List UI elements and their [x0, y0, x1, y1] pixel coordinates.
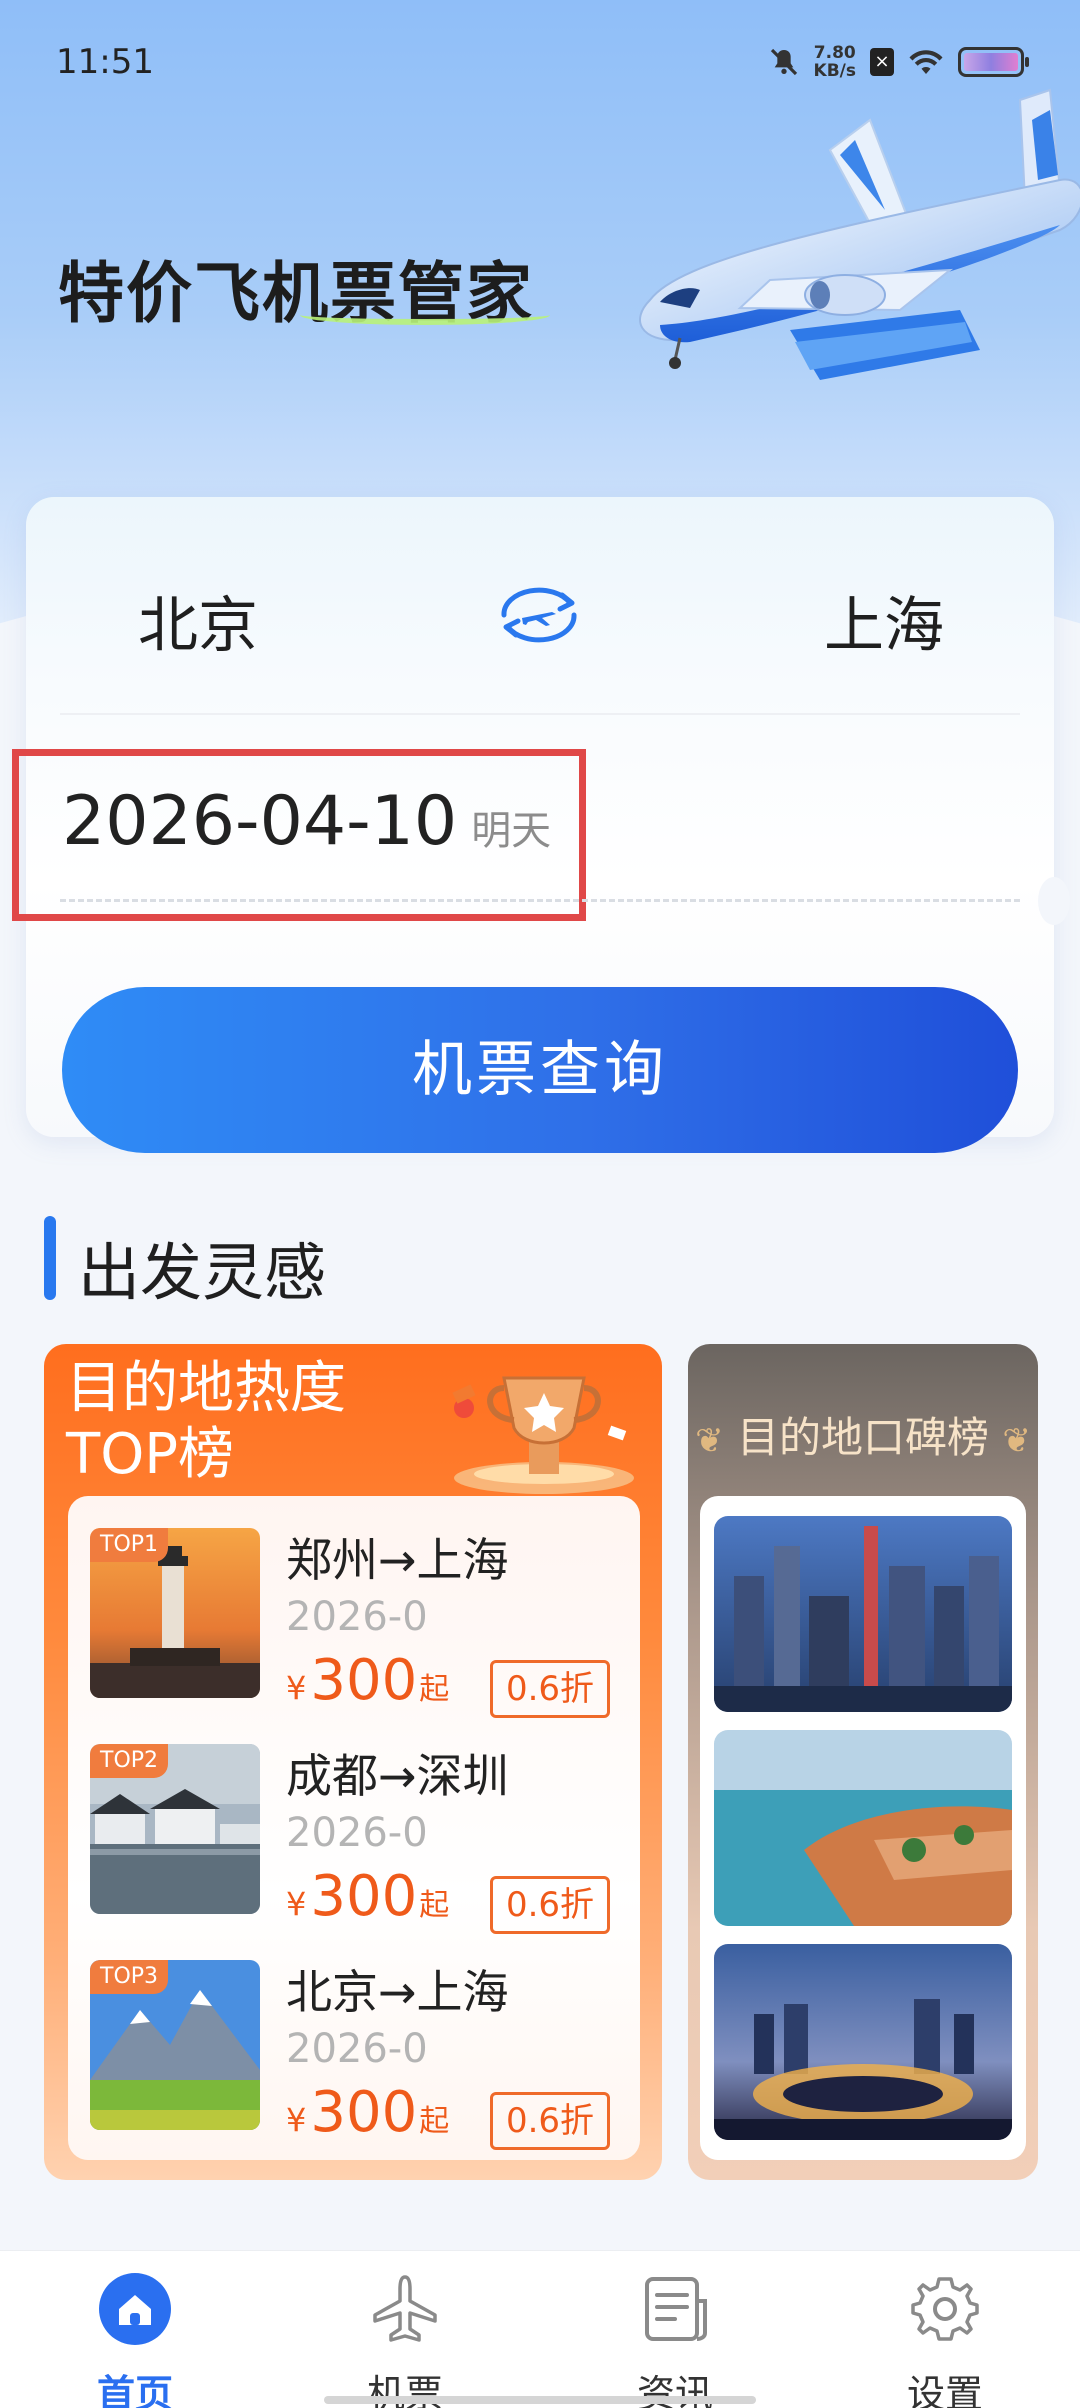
currency-symbol: ¥	[286, 1669, 307, 1707]
flight-search-card: 北京 上海 2026-04-10 明天 机票查询	[12, 497, 1070, 1153]
discount-badge: 0.6折	[490, 1660, 610, 1718]
network-speed: 7.80 KB/s	[814, 44, 856, 80]
home-icon	[99, 2273, 171, 2345]
hot-destinations-list: TOP1 郑州→上海 2026-0 ¥ 300 起 0.6折 TOP2 成都→深…	[68, 1496, 640, 2160]
destination-thumbnail: TOP2	[90, 1744, 260, 1914]
gear-icon	[911, 2277, 979, 2341]
destination-reviews-card[interactable]: ❦ 目的地口碑榜 ❦	[688, 1344, 1038, 2180]
hot-list-item[interactable]: TOP1 郑州→上海 2026-0 ¥ 300 起 0.6折	[90, 1510, 620, 1718]
city-skyline-image[interactable]	[714, 1516, 1012, 1712]
discount-badge: 0.6折	[490, 2092, 610, 2150]
tab-home-label: 首页	[96, 2372, 173, 2408]
tab-flights[interactable]: 机票	[305, 2271, 505, 2408]
review-card-title-row: ❦ 目的地口碑榜 ❦	[688, 1404, 1038, 1465]
home-indicator[interactable]	[324, 2396, 756, 2404]
review-card-title: 目的地口碑榜	[736, 1413, 989, 1462]
currency-symbol: ¥	[286, 1885, 307, 1923]
discount-badge: 0.6折	[490, 1876, 610, 1934]
bottom-navigation: 首页 机票 资讯 设置	[0, 2250, 1080, 2408]
tab-home[interactable]: 首页	[35, 2271, 235, 2408]
flight-date: 2026-0	[286, 1594, 428, 1640]
search-flights-button[interactable]: 机票查询	[62, 987, 1018, 1153]
flight-route: 北京→上海	[286, 1965, 509, 2019]
status-time: 11:51	[56, 42, 154, 82]
price: ¥ 300 起	[286, 1648, 449, 1713]
hot-card-title-line2: TOP榜	[66, 1422, 235, 1487]
battery-icon	[958, 47, 1029, 77]
currency-symbol: ¥	[286, 2101, 307, 2139]
airplane-icon	[373, 2275, 437, 2342]
departure-date: 2026-04-10	[62, 782, 458, 861]
swap-cities-icon[interactable]	[492, 585, 586, 645]
price-amount: 300	[310, 1648, 418, 1713]
date-relative-tag: 明天	[471, 808, 552, 854]
card-divider	[60, 713, 1020, 715]
network-speed-unit: KB/s	[813, 61, 856, 81]
section-title: 出发灵感	[78, 1236, 327, 1309]
destination-thumbnail: TOP3	[90, 1960, 260, 2130]
tab-settings-label: 设置	[906, 2372, 983, 2408]
hot-list-item[interactable]: TOP2 成都→深圳 2026-0 ¥ 300 起 0.6折	[90, 1726, 620, 1934]
mute-bell-icon	[770, 48, 797, 76]
hot-list-item[interactable]: TOP3 北京→上海 2026-0 ¥ 300 起 0.6折	[90, 1942, 620, 2150]
wifi-icon	[909, 50, 943, 74]
price-amount: 300	[310, 2080, 418, 2145]
dashed-divider	[60, 899, 1020, 902]
flight-route: 成都→深圳	[286, 1749, 509, 1803]
title-underline-decoration	[300, 305, 550, 325]
flight-date: 2026-0	[286, 1810, 428, 1856]
arrival-city[interactable]: 上海	[824, 577, 944, 664]
laurel-left-icon: ❦	[695, 1421, 724, 1461]
price-suffix: 起	[419, 1888, 450, 1923]
price: ¥ 300 起	[286, 2080, 449, 2145]
tab-news[interactable]: 资讯	[575, 2271, 775, 2408]
price: ¥ 300 起	[286, 1864, 449, 1929]
price-suffix: 起	[419, 2104, 450, 2139]
airplane-illustration	[639, 88, 1080, 380]
status-icons: 7.80 KB/s ×	[768, 44, 1029, 80]
notification-x-icon: ×	[870, 48, 894, 76]
destination-thumbnail: TOP1	[90, 1528, 260, 1698]
flight-date: 2026-0	[286, 2026, 428, 2072]
night-city-image[interactable]	[714, 1944, 1012, 2140]
rank-badge: TOP2	[90, 1744, 169, 1778]
departure-date-field[interactable]: 2026-04-10 明天	[62, 782, 551, 861]
hot-destinations-card[interactable]: 目的地热度 TOP榜 TOP1 郑州→上海 2026-0 ¥ 300 起 0.6…	[44, 1344, 662, 2180]
coastal-town-image[interactable]	[714, 1730, 1012, 1926]
price-suffix: 起	[419, 1672, 450, 1707]
review-image-list	[700, 1496, 1026, 2160]
tab-settings[interactable]: 设置	[845, 2271, 1045, 2408]
rank-badge: TOP3	[90, 1960, 169, 1994]
news-icon	[645, 2277, 707, 2341]
trophy-icon	[452, 1376, 634, 1494]
rank-badge: TOP1	[90, 1528, 169, 1562]
price-amount: 300	[310, 1864, 418, 1929]
departure-city[interactable]: 北京	[138, 577, 258, 664]
flight-route: 郑州→上海	[286, 1533, 509, 1587]
section-accent-bar	[44, 1216, 56, 1300]
card-notch	[1038, 877, 1070, 925]
network-speed-value: 7.80	[813, 43, 856, 63]
hot-card-title: 目的地热度 TOP榜	[66, 1356, 346, 1488]
laurel-right-icon: ❦	[1002, 1421, 1031, 1461]
hot-card-title-line1: 目的地热度	[66, 1356, 346, 1421]
